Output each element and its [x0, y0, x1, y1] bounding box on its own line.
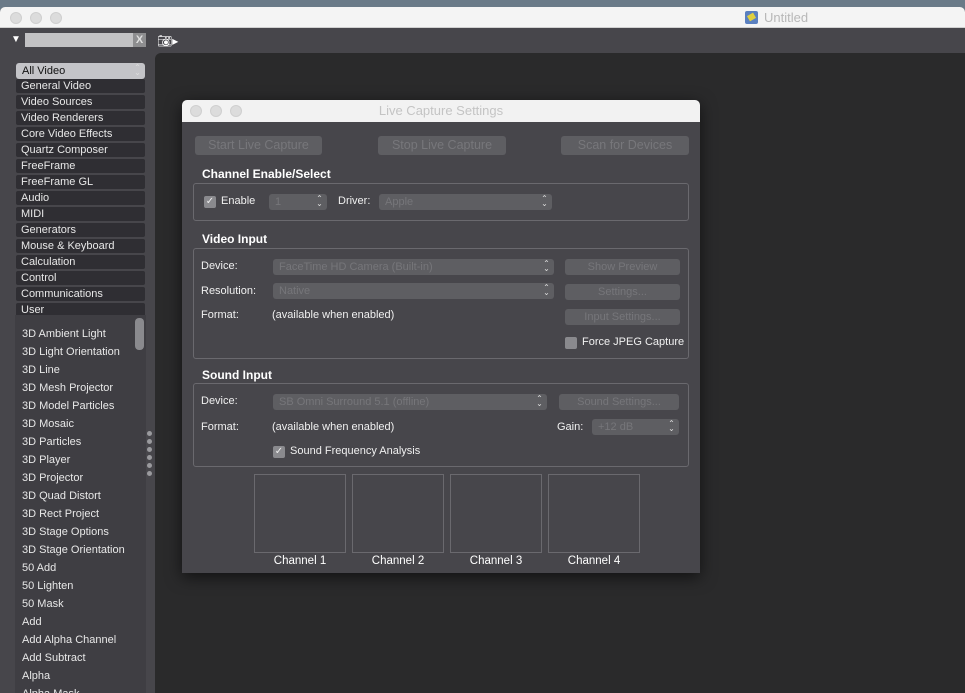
- category-item[interactable]: Core Video Effects: [16, 127, 145, 141]
- force-jpeg-checkbox[interactable]: [565, 337, 577, 349]
- video-format-label: Format:: [201, 309, 239, 321]
- resolution-label: Resolution:: [201, 285, 257, 297]
- dialog-title-bar: Live Capture Settings: [182, 100, 700, 122]
- category-item[interactable]: Calculation: [16, 255, 145, 269]
- search-input[interactable]: [25, 33, 133, 47]
- enable-label: Enable: [221, 195, 256, 207]
- library-item[interactable]: 3D Mosaic: [22, 415, 74, 433]
- category-item[interactable]: Mouse & Keyboard: [16, 239, 145, 253]
- category-item[interactable]: Video Renderers: [16, 111, 145, 125]
- channel-preview: [254, 474, 346, 553]
- video-device-label: Device:: [201, 260, 238, 272]
- zoom-button[interactable]: [50, 12, 62, 24]
- channel-preview: [548, 474, 640, 553]
- video-device-select[interactable]: FaceTime HD Camera (Built-in): [273, 259, 554, 275]
- resolution-select[interactable]: Native: [273, 283, 554, 299]
- splitter-handle[interactable]: [147, 431, 152, 479]
- stop-live-capture-button[interactable]: Stop Live Capture: [378, 136, 506, 155]
- sound-format-label: Format:: [201, 421, 239, 433]
- category-item[interactable]: Video Sources: [16, 95, 145, 109]
- library-item[interactable]: Add Subtract: [22, 649, 86, 667]
- category-item[interactable]: FreeFrame: [16, 159, 145, 173]
- enable-checkbox[interactable]: ✓: [204, 196, 216, 208]
- library-item[interactable]: 3D Mesh Projector: [22, 379, 113, 397]
- gain-select[interactable]: +12 dB: [592, 419, 679, 435]
- library-item[interactable]: 3D Quad Distort: [22, 487, 101, 505]
- sound-heading: Sound Input: [202, 368, 272, 382]
- dialog-close-button[interactable]: [190, 105, 202, 117]
- channel-label: Channel 1: [273, 555, 327, 567]
- dialog-minimize-button[interactable]: [210, 105, 222, 117]
- library-item[interactable]: 50 Mask: [22, 595, 64, 613]
- disclosure-triangle-icon[interactable]: ▼: [11, 34, 21, 45]
- driver-label: Driver:: [338, 195, 371, 207]
- library-item[interactable]: 50 Lighten: [22, 577, 73, 595]
- library-item[interactable]: Add: [22, 613, 42, 631]
- toolbar: ▼ X 📷︎▸: [0, 28, 965, 53]
- window-title: Untitled: [764, 10, 809, 25]
- dialog-title: Live Capture Settings: [378, 103, 504, 118]
- library-item[interactable]: 3D Model Particles: [22, 397, 114, 415]
- driver-select[interactable]: Apple: [379, 194, 552, 210]
- clear-search-button[interactable]: X: [133, 33, 146, 47]
- channel-preview: [352, 474, 444, 553]
- category-item[interactable]: Audio: [16, 191, 145, 205]
- category-item[interactable]: Generators: [16, 223, 145, 237]
- channel-select[interactable]: 1: [269, 194, 327, 210]
- sound-analysis-label: Sound Frequency Analysis: [290, 445, 421, 457]
- channel-label: Channel 3: [469, 555, 523, 567]
- show-preview-button[interactable]: Show Preview: [565, 259, 680, 275]
- library-list: 3D Ambient Light 3D Light Orientation 3D L…: [15, 315, 146, 693]
- minimize-button[interactable]: [30, 12, 42, 24]
- input-settings-button[interactable]: Input Settings...: [565, 309, 680, 325]
- start-live-capture-button[interactable]: Start Live Capture: [195, 136, 322, 155]
- video-heading: Video Input: [202, 232, 268, 246]
- sound-analysis-checkbox[interactable]: ✓: [273, 446, 285, 458]
- sound-device-label: Device:: [201, 395, 238, 407]
- sidebar: All VideoGeneral Video Video Sources Video…: [0, 53, 155, 693]
- library-item[interactable]: 3D Particles: [22, 433, 81, 451]
- library-item[interactable]: 3D Projector: [22, 469, 83, 487]
- library-item[interactable]: Alpha: [22, 667, 50, 685]
- category-item[interactable]: General Video: [16, 79, 145, 93]
- document-icon: [745, 11, 758, 24]
- library-item[interactable]: 3D Ambient Light: [22, 325, 106, 343]
- category-item[interactable]: MIDI: [16, 207, 145, 221]
- video-settings-button[interactable]: Settings...: [565, 284, 680, 300]
- library-item[interactable]: 3D Player: [22, 451, 70, 469]
- library-item[interactable]: 3D Line: [22, 361, 60, 379]
- dialog-zoom-button[interactable]: [230, 105, 242, 117]
- force-jpeg-label: Force JPEG Capture: [582, 336, 685, 348]
- channel-label: Channel 4: [567, 555, 621, 567]
- channel-label: Channel 2: [371, 555, 425, 567]
- library-item[interactable]: Add Alpha Channel: [22, 631, 116, 649]
- library-item[interactable]: 3D Light Orientation: [22, 343, 120, 361]
- sound-format-value: (available when enabled): [272, 421, 395, 433]
- scan-for-devices-button[interactable]: Scan for Devices: [561, 136, 689, 155]
- camera-icon[interactable]: 📷︎▸: [157, 34, 178, 48]
- category-item[interactable]: Control: [16, 271, 145, 285]
- live-capture-dialog: Live Capture Settings Start Live Capture…: [182, 100, 700, 573]
- category-item[interactable]: Communications: [16, 287, 145, 301]
- video-format-value: (available when enabled): [272, 309, 395, 321]
- library-item[interactable]: 3D Stage Options: [22, 523, 109, 541]
- sound-settings-button[interactable]: Sound Settings...: [559, 394, 679, 410]
- channel-heading: Channel Enable/Select: [202, 167, 331, 181]
- library-item[interactable]: Alpha Mask: [22, 685, 79, 693]
- channel-preview: [450, 474, 542, 553]
- library-item[interactable]: 3D Rect Project: [22, 505, 99, 523]
- library-item[interactable]: 3D Stage Orientation: [22, 541, 125, 559]
- category-item[interactable]: All Video: [16, 63, 145, 79]
- title-bar: Untitled: [0, 7, 965, 28]
- category-item[interactable]: Quartz Composer: [16, 143, 145, 157]
- category-item[interactable]: FreeFrame GL: [16, 175, 145, 189]
- library-item[interactable]: 50 Add: [22, 559, 56, 577]
- scrollbar[interactable]: [135, 318, 144, 350]
- close-button[interactable]: [10, 12, 22, 24]
- gain-label: Gain:: [557, 421, 584, 433]
- sound-device-select[interactable]: SB Omni Surround 5.1 (offline): [273, 394, 547, 410]
